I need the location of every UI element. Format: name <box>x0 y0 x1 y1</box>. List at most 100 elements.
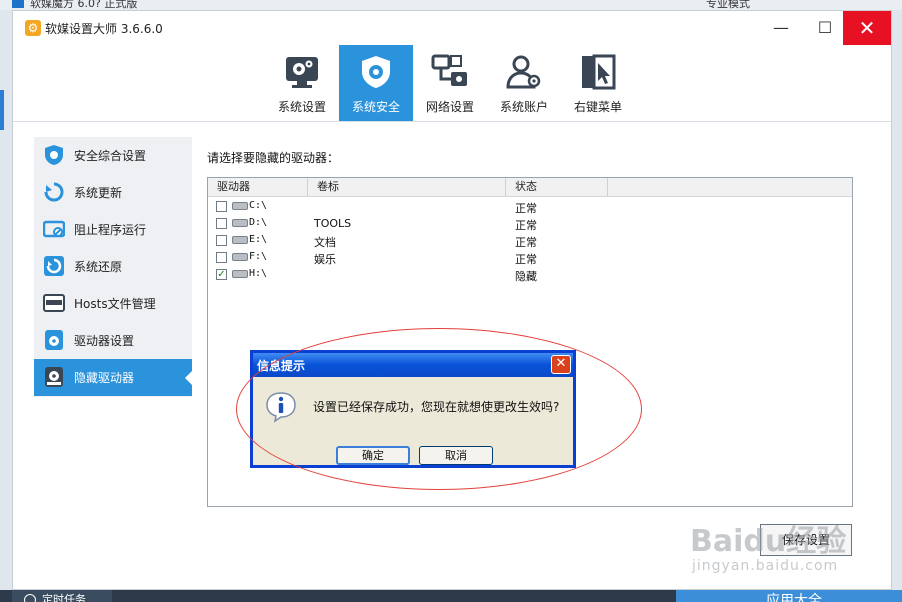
check-icon: ✓ <box>217 269 226 280</box>
drive-checkbox[interactable] <box>216 252 227 263</box>
info-icon <box>266 392 296 423</box>
restore-icon <box>44 256 64 276</box>
close-icon: ✕ <box>555 356 567 371</box>
drive-row[interactable]: F:\ 娱乐 正常 <box>208 249 852 266</box>
sidebar-item-label: 系统还原 <box>74 260 123 274</box>
maximize-icon: ☐ <box>817 18 833 37</box>
main-window: ⚙ 软媒设置大师 3.6.6.0 — ☐ ✕ 系统设置 系统安全 网络设置 系统… <box>12 10 892 590</box>
background-accent <box>0 90 4 130</box>
drive-checkbox[interactable] <box>216 218 227 229</box>
drive-checkbox[interactable]: ✓ <box>216 269 227 280</box>
taskbar-app-store-label: 应用大全 <box>766 593 822 602</box>
tab-network-settings[interactable]: 网络设置 <box>413 45 487 121</box>
user-account-icon <box>506 55 541 89</box>
sidebar-item-label: 隐藏驱动器 <box>74 371 135 385</box>
drive-icon <box>232 253 248 261</box>
watermark-url: jingyan.baidu.com <box>692 558 839 574</box>
drive-row[interactable]: C:\ 正常 <box>208 198 852 215</box>
ok-button[interactable]: 确定 <box>336 446 410 465</box>
drive-label: 文档 <box>314 236 336 249</box>
column-header-label[interactable]: 卷标 <box>308 178 506 196</box>
drive-icon <box>232 219 248 227</box>
refresh-icon <box>44 182 64 202</box>
monitor-gear-icon <box>286 57 318 88</box>
tab-system-settings[interactable]: 系统设置 <box>265 45 339 121</box>
sidebar-item-drive-settings[interactable]: 驱动器设置 <box>34 322 192 359</box>
background-window-title: 软媒魔方 6.0? 正式版 <box>30 0 138 10</box>
background-window-right-edge <box>892 10 902 590</box>
dialog-title: 信息提示 <box>257 359 306 373</box>
baidu-watermark: Baidu经验 jingyan.baidu.com <box>690 516 870 586</box>
background-window-left-edge <box>0 10 12 590</box>
cancel-button[interactable]: 取消 <box>419 446 493 465</box>
sidebar-item-hide-drives[interactable]: 隐藏驱动器 <box>34 359 192 396</box>
drive-icon <box>232 236 248 244</box>
drive-status: 正常 <box>515 202 537 215</box>
tab-system-accounts[interactable]: 系统账户 <box>487 45 561 121</box>
clock-icon <box>24 594 36 602</box>
minimize-button[interactable]: — <box>763 11 799 45</box>
dialog-close-button[interactable]: ✕ <box>551 355 571 374</box>
drive-row[interactable]: D:\ TOOLS 正常 <box>208 215 852 232</box>
maximize-button[interactable]: ☐ <box>807 11 843 45</box>
block-icon <box>43 220 65 238</box>
close-icon: ✕ <box>858 16 876 40</box>
background-window-titlebar: 软媒魔方 6.0? 正式版 专业模式 <box>0 0 902 10</box>
drive-status: 隐藏 <box>515 270 537 283</box>
drive-row[interactable]: ✓ H:\ 隐藏 <box>208 266 852 283</box>
sidebar-item-system-update[interactable]: 系统更新 <box>34 174 192 211</box>
hosts-icon <box>43 294 65 312</box>
drive-label: 娱乐 <box>314 253 336 266</box>
dialog-message: 设置已经保存成功，您现在就想使更改生效吗? <box>313 400 560 414</box>
tab-system-security[interactable]: 系统安全 <box>339 45 413 121</box>
sidebar-item-security-overview[interactable]: 安全综合设置 <box>34 137 192 174</box>
taskbar-scheduled-task[interactable]: 定时任务 <box>12 590 112 602</box>
drive-letter: C:\ <box>249 200 268 211</box>
background-window-mode[interactable]: 专业模式 <box>706 0 750 10</box>
sidebar: 安全综合设置 系统更新 阻止程序运行 系统还原 Hosts文件管理 驱动器设置 … <box>34 137 192 397</box>
info-dialog: 信息提示 ✕ 设置已经保存成功，您现在就想使更改生效吗? 确定 取消 <box>250 350 576 468</box>
drive-checkbox[interactable] <box>216 235 227 246</box>
drive-checkbox[interactable] <box>216 201 227 212</box>
drive-label: TOOLS <box>314 217 352 230</box>
window-titlebar: ⚙ 软媒设置大师 3.6.6.0 — ☐ ✕ <box>13 11 891 45</box>
sidebar-item-hosts-manager[interactable]: Hosts文件管理 <box>34 285 192 322</box>
sidebar-item-label: Hosts文件管理 <box>74 297 156 311</box>
tab-context-menu[interactable]: 右键菜单 <box>561 45 635 121</box>
drive-letter: D:\ <box>249 217 268 228</box>
window-title: 软媒设置大师 3.6.6.0 <box>45 22 163 36</box>
network-icon <box>431 54 467 86</box>
list-header: 驱动器 卷标 状态 <box>208 178 852 197</box>
close-button[interactable]: ✕ <box>843 11 891 45</box>
taskbar-scheduled-task-label: 定时任务 <box>42 593 86 602</box>
drive-status: 正常 <box>515 219 537 232</box>
disk-icon <box>45 330 63 350</box>
watermark-logo: Baidu经验 <box>690 524 847 559</box>
hidden-disk-icon <box>45 367 63 387</box>
drive-letter: F:\ <box>249 251 268 262</box>
sidebar-item-system-restore[interactable]: 系统还原 <box>34 248 192 285</box>
tab-network-settings-label: 网络设置 <box>425 100 474 114</box>
column-header-drive[interactable]: 驱动器 <box>208 178 308 196</box>
drive-icon <box>232 270 248 278</box>
dialog-titlebar[interactable]: 信息提示 ✕ <box>253 353 573 377</box>
sidebar-item-label: 系统更新 <box>74 186 123 200</box>
sidebar-item-label: 安全综合设置 <box>74 149 147 163</box>
column-header-status[interactable]: 状态 <box>506 178 608 196</box>
minimize-icon: — <box>773 18 789 37</box>
app-icon <box>12 0 24 8</box>
drive-status: 正常 <box>515 236 537 249</box>
toolbar: 系统设置 系统安全 网络设置 系统账户 右键菜单 <box>13 45 891 122</box>
app-logo-icon: ⚙ <box>25 20 41 36</box>
drive-row[interactable]: E:\ 文档 正常 <box>208 232 852 249</box>
context-menu-icon <box>582 54 616 90</box>
drive-letter: H:\ <box>249 268 268 279</box>
tab-context-menu-label: 右键菜单 <box>573 100 622 114</box>
tab-system-security-label: 系统安全 <box>351 100 400 114</box>
taskbar: 定时任务 应用大全 <box>0 590 902 602</box>
tab-system-settings-label: 系统设置 <box>277 100 326 114</box>
taskbar-app-store[interactable]: 应用大全 <box>676 590 902 602</box>
drive-status: 正常 <box>515 253 537 266</box>
sidebar-item-label: 阻止程序运行 <box>74 223 147 237</box>
sidebar-item-block-programs[interactable]: 阻止程序运行 <box>34 211 192 248</box>
